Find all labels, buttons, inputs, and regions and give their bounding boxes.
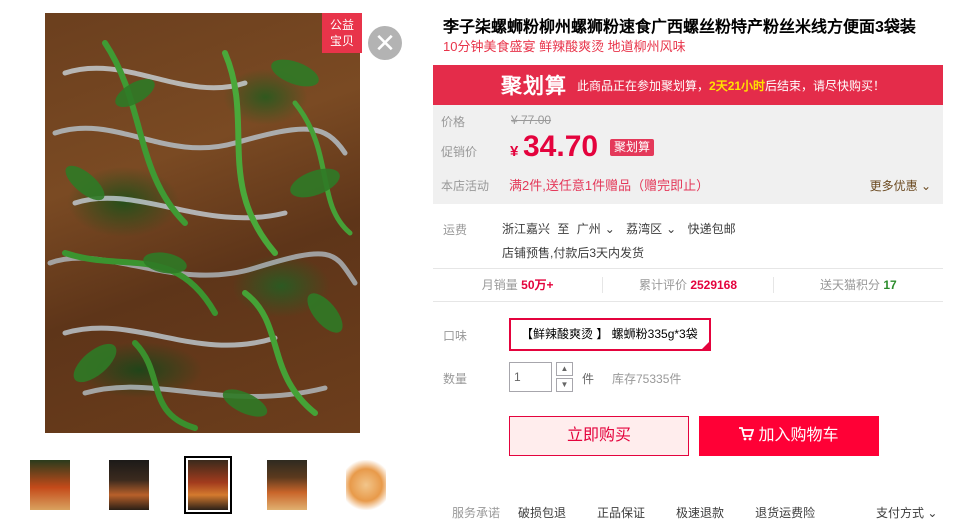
shipping-line: 浙江嘉兴 至 广州 ⌄ 荔湾区 ⌄ 快递包邮 [502,220,740,237]
promo-price: 34.70 [523,130,599,163]
juhuasuan-banner: 聚划算 此商品正在参加聚划算，2天21小时后结束，请尽快购买！ [433,65,943,105]
charity-badge: 公益 宝贝 [322,13,362,53]
thumbnail-2[interactable] [105,456,153,514]
quantity-unit: 件 [582,372,595,386]
cart-icon [739,427,755,441]
more-offers-label: 更多优惠 [869,179,918,193]
flavor-label: 口味 [443,329,468,343]
thumbnail-3[interactable] [184,456,232,514]
juhuasuan-text-before: 此商品正在参加聚划算， [577,78,710,93]
service-item[interactable]: 极速退款 [676,504,724,521]
product-detail-page: 公益 宝贝 ✕ 李子柒螺蛳粉柳州螺狮粉速食广西螺丝粉特产粉丝米线方便面3袋装 1… [0,0,953,526]
buy-now-button[interactable]: 立即购买 [509,416,689,456]
flavor-option-selected[interactable]: 【鲜辣酸爽烫 】 螺蛳粉335g*3袋 ✓ [509,318,711,351]
stock-count: 库存75335件 [612,372,682,386]
check-icon: ✓ [703,335,709,342]
service-promises: 服务承诺 破损包退 正品保证 极速退款 退货运费险 [452,504,846,521]
ship-city-select[interactable]: 广州 ⌄ [577,222,619,236]
quantity-label: 数量 [443,372,468,386]
payment-methods-label: 支付方式 [876,506,925,520]
ship-to-word: 至 [557,222,570,236]
service-label: 服务承诺 [452,506,501,520]
flavor-option-text: 【鲜辣酸爽烫 】 螺蛳粉335g*3袋 [521,327,698,341]
monthly-sales: 月销量 50万+ [433,277,604,293]
juhuasuan-logo: 聚划算 [501,75,567,98]
total-reviews[interactable]: 累计评价 2529168 [603,277,774,293]
sales-stats: 月销量 50万+ 累计评价 2529168 送天猫积分 17 [433,268,943,302]
charity-badge-line1: 公益 [329,18,354,32]
thumbnail-4[interactable] [263,456,311,514]
add-to-cart-label: 加入购物车 [758,427,839,444]
shipping-label: 运费 [443,223,468,237]
ship-from: 浙江嘉兴 [502,222,551,236]
product-title: 李子柒螺蛳粉柳州螺狮粉速食广西螺丝粉特产粉丝米线方便面3袋装 [443,19,916,36]
juhuasuan-text-after: 后结束，请尽快购买！ [765,78,886,93]
price-box: 价格 ¥ 77.00 促销价 ¥ 34.70 聚划算 本店活动 满2件,送任意1… [433,105,943,204]
service-item[interactable]: 正品保证 [597,504,645,521]
noodle-soup-illustration [47,40,358,431]
total-reviews-label: 累计评价 [638,278,687,292]
thumbnail-5[interactable] [342,456,390,514]
chevron-down-icon: ⌄ [604,222,615,236]
thumbnail-strip [26,456,390,514]
promo-price-label: 促销价 [441,145,478,159]
ship-district-select[interactable]: 荔湾区 ⌄ [626,222,680,236]
promo-tag: 聚划算 [610,139,655,156]
tmall-points-label: 送天猫积分 [819,278,880,292]
chevron-down-icon: ⌄ [924,506,938,520]
chevron-down-icon: ⌄ [917,179,931,193]
ship-city: 广州 [576,222,601,236]
main-product-image[interactable] [45,13,360,433]
total-reviews-value: 2529168 [690,278,738,292]
more-offers-link[interactable]: 更多优惠 ⌄ [870,177,931,194]
quantity-input[interactable] [509,362,552,392]
service-item[interactable]: 退货运费险 [755,504,815,521]
service-item[interactable]: 破损包退 [518,504,566,521]
price-label: 价格 [441,115,466,129]
add-to-cart-button[interactable]: 加入购物车 [699,416,879,456]
shipping-note: 店铺预售,付款后3天内发货 [502,246,645,260]
ship-district: 荔湾区 [626,222,663,236]
tmall-points: 送天猫积分 17 [774,277,943,293]
activity-text: 满2件,送任意1件赠品（赠完即止） [509,178,710,193]
promo-currency: ¥ [510,143,519,160]
monthly-sales-label: 月销量 [481,278,518,292]
ship-method: 快递包邮 [687,222,736,236]
activity-label: 本店活动 [441,179,490,193]
quantity-decrease-button[interactable]: ▼ [556,378,573,392]
thumbnail-1[interactable] [26,456,74,514]
quantity-increase-button[interactable]: ▲ [556,362,573,376]
close-icon[interactable]: ✕ [368,26,402,60]
monthly-sales-value: 50万+ [521,278,554,292]
juhuasuan-countdown: 2天21小时 [709,78,766,93]
charity-badge-line2: 宝贝 [329,34,354,48]
payment-methods-dropdown[interactable]: 支付方式 ⌄ [876,504,937,521]
product-subtitle: 10分钟美食盛宴 鲜辣酸爽烫 地道柳州风味 [443,39,686,54]
tmall-points-value: 17 [883,278,897,292]
juhuasuan-text: 此商品正在参加聚划算，2天21小时后结束，请尽快购买！ [577,77,885,94]
chevron-down-icon: ⌄ [666,222,677,236]
original-price: ¥ 77.00 [511,113,552,127]
